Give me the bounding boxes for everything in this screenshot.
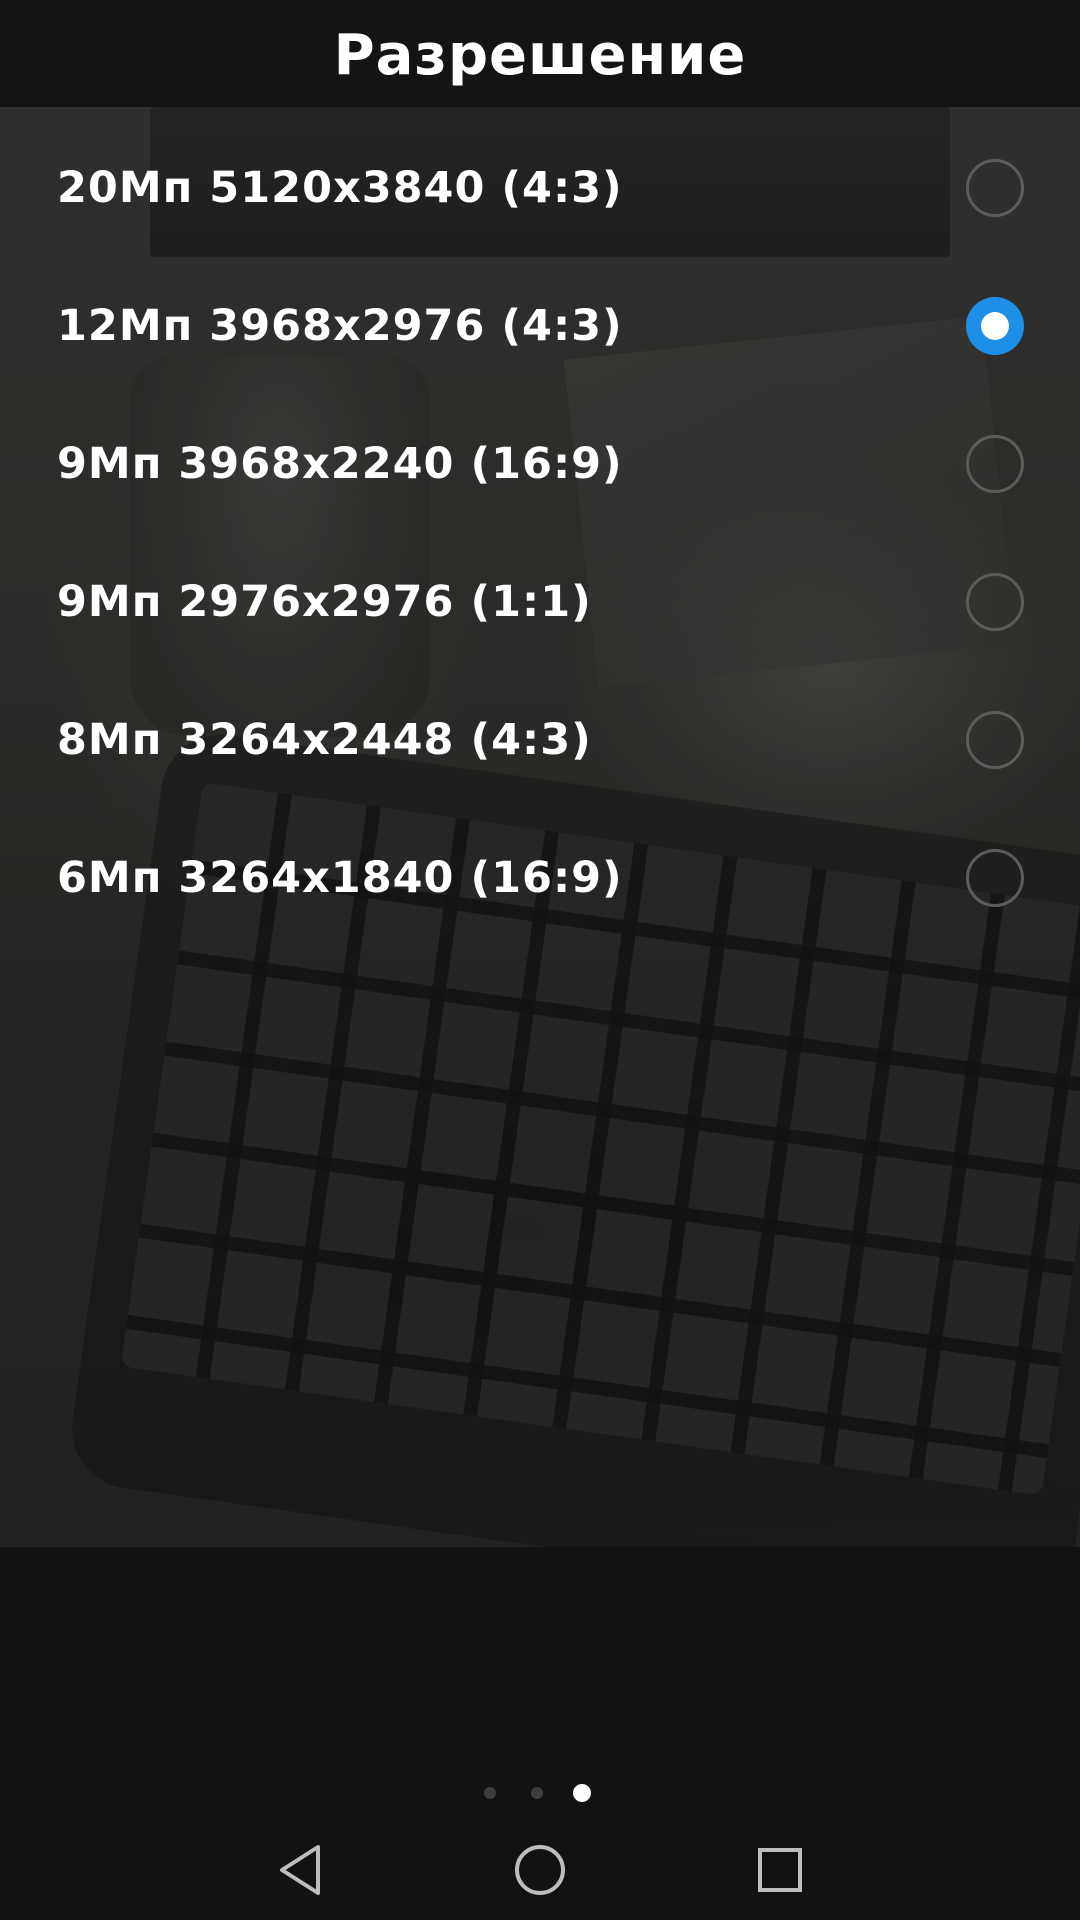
- resolution-label: 9Мп 3968x2240 (16:9): [57, 439, 623, 489]
- resolution-list: 20Мп 5120x3840 (4:3) 12Мп 3968x2976 (4:3…: [0, 107, 1080, 947]
- resolution-option[interactable]: 12Мп 3968x2976 (4:3): [0, 257, 1080, 395]
- resolution-option[interactable]: 9Мп 3968x2240 (16:9): [0, 395, 1080, 533]
- resolution-option[interactable]: 6Мп 3264x1840 (16:9): [0, 809, 1080, 947]
- home-button[interactable]: [490, 1820, 590, 1920]
- resolution-option[interactable]: 9Мп 2976x2976 (1:1): [0, 533, 1080, 671]
- resolution-option[interactable]: 20Мп 5120x3840 (4:3): [0, 119, 1080, 257]
- radio-button[interactable]: [966, 573, 1024, 631]
- resolution-option[interactable]: 8Мп 3264x2448 (4:3): [0, 671, 1080, 809]
- resolution-label: 12Мп 3968x2976 (4:3): [57, 301, 623, 351]
- page-dot[interactable]: [531, 1787, 543, 1799]
- resolution-label: 9Мп 2976x2976 (1:1): [57, 577, 592, 627]
- radio-button[interactable]: [966, 711, 1024, 769]
- camera-settings-screen: Разрешение 20Мп 5120x3840 (4:3) 12Мп 396…: [0, 0, 1080, 1920]
- resolution-label: 20Мп 5120x3840 (4:3): [57, 163, 623, 213]
- back-button[interactable]: [250, 1820, 350, 1920]
- page-dot[interactable]: [573, 1784, 591, 1802]
- radio-button[interactable]: [966, 159, 1024, 217]
- radio-button[interactable]: [966, 435, 1024, 493]
- back-icon: [280, 1845, 320, 1895]
- recents-button[interactable]: [730, 1820, 830, 1920]
- resolution-label: 6Мп 3264x1840 (16:9): [57, 853, 623, 903]
- home-icon: [515, 1845, 565, 1895]
- title-bar: Разрешение: [0, 0, 1080, 107]
- page-indicator: [0, 1781, 1080, 1805]
- radio-button-selected[interactable]: [966, 297, 1024, 355]
- system-navigation-bar: [0, 1820, 1080, 1920]
- radio-button[interactable]: [966, 849, 1024, 907]
- resolution-label: 8Мп 3264x2448 (4:3): [57, 715, 592, 765]
- recents-icon: [758, 1848, 802, 1892]
- page-title: Разрешение: [333, 23, 747, 88]
- page-dot[interactable]: [484, 1787, 496, 1799]
